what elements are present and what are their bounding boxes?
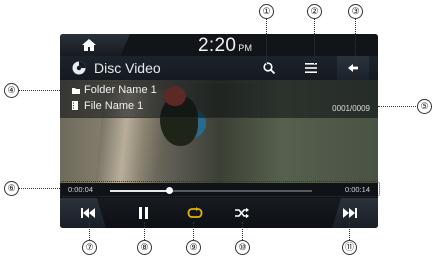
shuffle-icon bbox=[235, 207, 249, 219]
callout-10: ⑩ bbox=[235, 240, 250, 255]
repeat-icon bbox=[187, 207, 203, 218]
device-screen: 2:20 PM Disc Video Folder Name 1 File Na… bbox=[60, 34, 378, 228]
search-button[interactable] bbox=[253, 56, 285, 80]
leader-7 bbox=[89, 222, 90, 240]
next-button[interactable] bbox=[330, 198, 370, 228]
next-icon bbox=[343, 208, 357, 218]
disc-icon bbox=[72, 61, 86, 75]
callout-3: ③ bbox=[348, 4, 363, 19]
leader-5 bbox=[378, 106, 420, 107]
leader-9 bbox=[193, 222, 194, 240]
list-button[interactable] bbox=[295, 56, 327, 80]
info-highlight-box bbox=[60, 82, 259, 118]
pause-icon bbox=[139, 207, 148, 219]
progress-highlight-box bbox=[60, 181, 380, 197]
callout-11: ⑪ bbox=[342, 240, 357, 255]
callout-5: ⑤ bbox=[417, 99, 432, 114]
page-title: Disc Video bbox=[94, 60, 161, 76]
repeat-button[interactable] bbox=[175, 198, 215, 228]
previous-icon bbox=[81, 208, 95, 218]
status-bar: 2:20 PM bbox=[60, 34, 378, 56]
clock-time: 2:20 bbox=[198, 35, 237, 56]
leader-8 bbox=[144, 222, 145, 240]
back-icon bbox=[348, 64, 358, 72]
callout-9: ⑨ bbox=[186, 240, 201, 255]
home-icon bbox=[82, 39, 96, 51]
callout-1: ① bbox=[259, 4, 274, 19]
callout-2: ② bbox=[307, 4, 322, 19]
leader-3 bbox=[355, 18, 356, 64]
leader-2 bbox=[314, 18, 315, 64]
playback-controls bbox=[60, 198, 378, 228]
list-icon bbox=[305, 63, 317, 73]
callout-7: ⑦ bbox=[82, 240, 97, 255]
search-icon bbox=[263, 62, 275, 74]
callout-4: ④ bbox=[4, 83, 19, 98]
clock: 2:20 PM bbox=[198, 35, 252, 57]
leader-11 bbox=[349, 222, 350, 240]
callout-8: ⑧ bbox=[137, 240, 152, 255]
callout-6: ⑥ bbox=[4, 181, 19, 196]
title-bar: Disc Video bbox=[60, 56, 378, 81]
track-counter: 0001/0009 bbox=[332, 104, 370, 113]
leader-6 bbox=[19, 188, 60, 189]
home-button[interactable] bbox=[80, 37, 98, 53]
leader-10 bbox=[242, 222, 243, 240]
leader-4 bbox=[19, 90, 60, 91]
leader-1 bbox=[266, 18, 267, 64]
clock-ampm: PM bbox=[238, 43, 253, 53]
back-button[interactable] bbox=[337, 56, 369, 80]
previous-button[interactable] bbox=[68, 198, 108, 228]
